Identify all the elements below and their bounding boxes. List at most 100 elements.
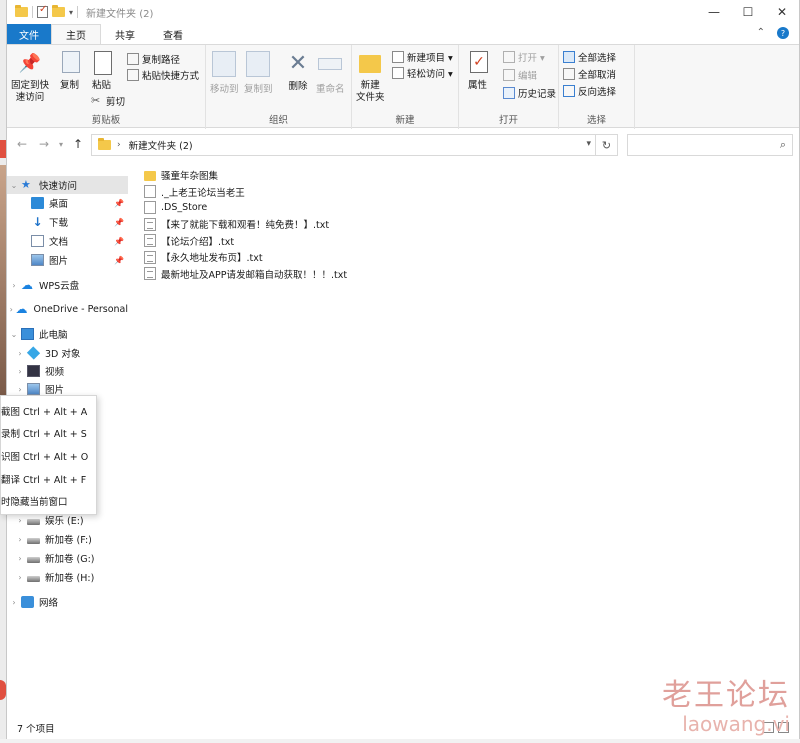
- text-file-icon: [144, 250, 156, 264]
- paste-shortcut-icon: [127, 69, 139, 81]
- list-item[interactable]: 最新地址及APP请发邮箱自动获取！！！.txt: [144, 265, 544, 281]
- nav-item-desktop[interactable]: 桌面 📌: [7, 194, 128, 212]
- download-arrow-icon: ↓: [32, 215, 43, 229]
- chevron-right-icon[interactable]: ›: [13, 573, 27, 582]
- menu-item-screenshot[interactable]: 截图 Ctrl + Alt + A: [1, 402, 97, 420]
- pin-icon: 📌: [18, 53, 42, 74]
- properties-button[interactable]: ✓ 属性: [467, 51, 488, 92]
- refresh-icon[interactable]: ↻: [595, 135, 617, 155]
- history-icon: [503, 87, 515, 99]
- copy-path-button[interactable]: 复制路径: [127, 51, 180, 67]
- list-item[interactable]: 【论坛介绍】.txt: [144, 233, 544, 249]
- nav-item-quick-access[interactable]: ⌄ ★ 快速访问: [7, 176, 128, 194]
- copy-button[interactable]: 复制: [59, 51, 80, 92]
- chevron-right-icon[interactable]: ›: [13, 367, 27, 376]
- move-to-button[interactable]: 移动到: [210, 51, 239, 96]
- clipboard-group-label: 剪贴板: [91, 115, 121, 126]
- nav-item-onedrive[interactable]: › ☁ OneDrive - Personal: [7, 300, 128, 318]
- rename-button[interactable]: 重命名: [316, 51, 345, 96]
- invert-selection-icon: [563, 85, 575, 97]
- divider: [32, 6, 33, 18]
- search-input[interactable]: ⌕: [627, 134, 793, 156]
- new-folder-button[interactable]: 新建 文件夹: [356, 51, 385, 104]
- nav-item-wps-cloud[interactable]: › ☁ WPS云盘: [7, 276, 128, 294]
- list-item[interactable]: 骚童年杂图集: [144, 167, 544, 183]
- address-bar[interactable]: › 新建文件夹 (2) ▾ ↻: [91, 134, 618, 156]
- maximize-button[interactable]: ☐: [731, 0, 765, 24]
- nav-item-documents[interactable]: 文档 📌: [7, 232, 128, 250]
- customize-toolbar-icon[interactable]: ▾: [69, 8, 73, 17]
- invert-selection-button[interactable]: 反向选择: [563, 83, 616, 99]
- drive-icon: [27, 557, 40, 563]
- new-folder-icon: [359, 55, 382, 73]
- close-button[interactable]: ✕: [765, 0, 799, 24]
- chevron-right-icon[interactable]: ›: [7, 281, 21, 290]
- pin-icon[interactable]: 📌: [114, 218, 124, 227]
- pin-icon[interactable]: 📌: [114, 256, 124, 265]
- pin-icon[interactable]: 📌: [114, 237, 124, 246]
- nav-item-this-pc[interactable]: ⌄ 此电脑: [7, 325, 128, 343]
- chevron-right-icon[interactable]: ›: [13, 349, 27, 358]
- nav-item-drive-g[interactable]: › 新加卷 (G:): [7, 549, 128, 567]
- menu-item-translate[interactable]: 翻译 Ctrl + Alt + F: [1, 470, 97, 488]
- pin-quick-access-button[interactable]: 📌 固定到快 速访问: [11, 51, 49, 104]
- copy-to-button[interactable]: 复制到: [244, 51, 273, 96]
- rename-icon: [318, 58, 343, 70]
- menu-item-hide-window[interactable]: 时隐藏当前窗口: [1, 492, 97, 510]
- easy-access-button[interactable]: 轻松访问 ▾: [392, 65, 453, 81]
- help-icon[interactable]: ?: [777, 27, 789, 39]
- recent-locations-icon[interactable]: ▾: [59, 140, 63, 149]
- tab-home[interactable]: 主页: [51, 24, 101, 44]
- menu-item-record[interactable]: 录制 Ctrl + Alt + S: [1, 424, 97, 442]
- chevron-down-icon[interactable]: ⌄: [7, 330, 21, 339]
- chevron-down-icon[interactable]: ⌄: [7, 181, 21, 190]
- new-item-button[interactable]: 新建项目 ▾: [392, 49, 453, 65]
- nav-item-drive-h[interactable]: › 新加卷 (H:): [7, 568, 128, 586]
- properties-quick-icon[interactable]: [37, 4, 48, 18]
- tab-file[interactable]: 文件: [7, 24, 51, 44]
- chevron-right-icon[interactable]: ›: [13, 516, 27, 525]
- pin-icon[interactable]: 📌: [114, 199, 124, 208]
- tab-view[interactable]: 查看: [149, 24, 197, 44]
- breadcrumb-chevron-icon[interactable]: ›: [117, 140, 121, 150]
- chevron-right-icon[interactable]: ›: [7, 598, 21, 607]
- paste-shortcut-button[interactable]: 粘贴快捷方式: [127, 67, 199, 83]
- cut-button[interactable]: ✂ 剪切: [91, 93, 125, 109]
- chevron-right-icon[interactable]: ›: [13, 385, 27, 394]
- nav-item-network[interactable]: › 网络: [7, 593, 128, 611]
- up-arrow-icon[interactable]: ↑: [73, 137, 83, 151]
- move-to-icon: [212, 51, 237, 77]
- select-all-button[interactable]: 全部选择: [563, 49, 616, 65]
- select-all-icon: [563, 51, 575, 63]
- text-file-icon: [144, 234, 156, 248]
- tab-share[interactable]: 共享: [101, 24, 149, 44]
- chevron-right-icon[interactable]: ›: [13, 554, 27, 563]
- chevron-right-icon[interactable]: ›: [7, 305, 15, 314]
- address-dropdown-icon[interactable]: ▾: [586, 139, 591, 149]
- open-button[interactable]: 打开 ▾: [503, 49, 545, 65]
- paste-button[interactable]: 粘贴: [91, 51, 112, 92]
- chevron-right-icon[interactable]: ›: [13, 535, 27, 544]
- list-item[interactable]: 【来了就能下载和观看！纯免费！】.txt: [144, 216, 544, 232]
- back-arrow-icon[interactable]: ←: [17, 137, 27, 151]
- delete-button[interactable]: ✕ 删除: [286, 51, 310, 93]
- nav-item-downloads[interactable]: ↓ 下载 📌: [7, 213, 128, 231]
- new-folder-quick-icon[interactable]: [52, 5, 65, 17]
- collapse-ribbon-icon[interactable]: ⌃: [757, 27, 765, 39]
- nav-item-drive-f[interactable]: › 新加卷 (F:): [7, 530, 128, 548]
- menu-item-ocr[interactable]: 识图 Ctrl + Alt + O: [1, 447, 97, 465]
- edit-button[interactable]: 编辑: [503, 67, 537, 83]
- select-none-button[interactable]: 全部取消: [563, 66, 616, 82]
- nav-item-videos[interactable]: › 视频: [7, 362, 128, 380]
- list-item[interactable]: ._上老王论坛当老王: [144, 183, 544, 199]
- breadcrumb-current-folder[interactable]: 新建文件夹 (2): [129, 138, 193, 152]
- minimize-button[interactable]: —: [697, 0, 731, 24]
- text-file-icon: [144, 267, 156, 281]
- history-button[interactable]: 历史记录: [503, 85, 556, 101]
- organize-group-label: 组织: [268, 115, 288, 126]
- forward-arrow-icon[interactable]: →: [39, 137, 49, 151]
- list-item[interactable]: .DS_Store: [144, 200, 544, 216]
- nav-item-3d-objects[interactable]: › 3D 对象: [7, 344, 128, 362]
- nav-item-pictures[interactable]: 图片 📌: [7, 251, 128, 269]
- list-item[interactable]: 【永久地址发布页】.txt: [144, 249, 544, 265]
